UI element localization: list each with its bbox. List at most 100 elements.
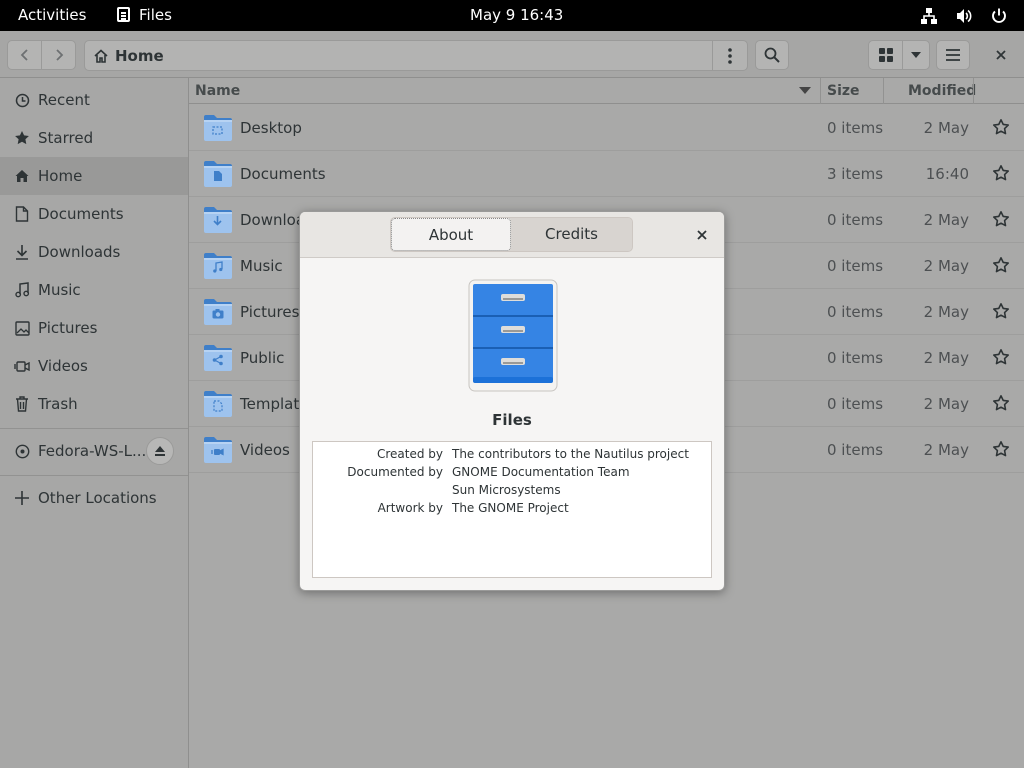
credits-value: The contributors to the Nautilus project <box>452 447 689 461</box>
sidebar: Recent Starred Home Documents Downloads … <box>0 78 189 768</box>
file-size: 0 items <box>827 441 884 459</box>
location-menu-button[interactable] <box>712 41 747 70</box>
eject-button[interactable] <box>146 437 174 465</box>
star-button[interactable] <box>992 164 1010 186</box>
volume-icon <box>955 7 973 29</box>
file-name: Pictures <box>240 303 300 321</box>
hamburger-menu-icon <box>946 49 960 61</box>
sidebar-item-trash[interactable]: Trash <box>0 385 188 423</box>
activities-button[interactable]: Activities <box>18 0 86 31</box>
sidebar-item-label: Videos <box>38 357 88 375</box>
star-icon <box>14 130 30 146</box>
chevron-left-icon <box>20 49 28 61</box>
app-name: Files <box>492 411 532 429</box>
column-header-name[interactable]: Name <box>195 78 240 104</box>
sidebar-item-music[interactable]: Music <box>0 271 188 309</box>
file-name: Videos <box>240 441 290 459</box>
sidebar-item-starred[interactable]: Starred <box>0 119 188 157</box>
sidebar-divider <box>0 428 188 429</box>
system-tray[interactable] <box>908 7 1008 25</box>
tab-about[interactable]: About <box>391 218 511 251</box>
sidebar-item-downloads[interactable]: Downloads <box>0 233 188 271</box>
tab-credits[interactable]: Credits <box>511 218 632 251</box>
credits-label: Created by <box>376 447 443 461</box>
file-modified: 2 May <box>923 441 969 459</box>
grid-view-button[interactable] <box>868 40 903 70</box>
plus-icon <box>14 490 30 506</box>
sidebar-item-pictures[interactable]: Pictures <box>0 309 188 347</box>
file-size: 0 items <box>827 211 884 229</box>
folder-icon <box>204 345 232 371</box>
video-icon <box>14 358 30 374</box>
search-icon <box>764 47 780 63</box>
star-outline-icon <box>993 257 1009 273</box>
sidebar-item-videos[interactable]: Videos <box>0 347 188 385</box>
sidebar-item-label: Downloads <box>38 243 121 261</box>
file-modified: 2 May <box>923 211 969 229</box>
dialog-close-button[interactable] <box>692 225 712 245</box>
sidebar-item-other-locations[interactable]: Other Locations <box>0 479 188 517</box>
column-header-modified[interactable]: Modified <box>908 78 976 104</box>
network-icon <box>920 7 938 29</box>
folder-icon <box>204 115 232 141</box>
sidebar-item-label: Home <box>38 167 83 185</box>
list-header: Name Size Modified <box>189 78 1024 104</box>
forward-button[interactable] <box>41 40 76 70</box>
folder-icon <box>204 161 232 187</box>
document-icon <box>14 206 30 222</box>
file-modified: 2 May <box>923 119 969 137</box>
sidebar-item-label: Documents <box>38 205 124 223</box>
star-button[interactable] <box>992 348 1010 370</box>
file-cabinet-icon <box>468 279 558 392</box>
file-name: Documents <box>240 165 326 183</box>
path-bar[interactable]: Home <box>84 40 748 71</box>
download-icon <box>14 244 30 260</box>
search-button[interactable] <box>755 40 789 70</box>
close-icon <box>697 230 707 240</box>
chevron-right-icon <box>55 49 63 61</box>
column-header-size[interactable]: Size <box>827 78 860 104</box>
sort-descending-icon <box>799 87 811 94</box>
sidebar-item-documents[interactable]: Documents <box>0 195 188 233</box>
view-options-button[interactable] <box>902 40 930 70</box>
music-icon <box>14 282 30 298</box>
star-outline-icon <box>993 349 1009 365</box>
star-button[interactable] <box>992 256 1010 278</box>
credits-label: Documented by <box>347 465 443 479</box>
credits-row: Documented by GNOME Documentation Team <box>313 465 711 483</box>
star-button[interactable] <box>992 118 1010 140</box>
main-menu-button[interactable] <box>936 40 970 70</box>
credits-label: Artwork by <box>377 501 443 515</box>
table-row[interactable]: Desktop 0 items 2 May <box>189 105 1024 151</box>
file-size: 0 items <box>827 349 884 367</box>
credits-value: GNOME Documentation Team <box>452 465 630 479</box>
picture-icon <box>14 320 30 336</box>
column-divider <box>973 78 974 104</box>
table-row[interactable]: Documents 3 items 16:40 <box>189 151 1024 197</box>
sidebar-item-label: Recent <box>38 91 90 109</box>
star-button[interactable] <box>992 302 1010 324</box>
app-menu[interactable]: Files <box>117 0 172 31</box>
file-size: 3 items <box>827 165 884 183</box>
kebab-menu-icon <box>728 47 732 64</box>
file-modified: 2 May <box>923 303 969 321</box>
credits-value: Sun Microsystems <box>452 483 561 497</box>
credits-row: Sun Microsystems <box>313 483 711 501</box>
breadcrumb-home[interactable]: Home <box>93 41 164 70</box>
star-outline-icon <box>993 303 1009 319</box>
folder-icon <box>204 437 232 463</box>
sidebar-item-recent[interactable]: Recent <box>0 81 188 119</box>
sidebar-item-home[interactable]: Home <box>0 157 188 195</box>
star-button[interactable] <box>992 210 1010 232</box>
star-button[interactable] <box>992 394 1010 416</box>
home-icon <box>94 48 108 63</box>
window-close-button[interactable] <box>985 40 1017 70</box>
grid-icon <box>878 48 893 62</box>
file-size: 0 items <box>827 119 884 137</box>
sidebar-item-volume[interactable]: Fedora-WS-L... <box>0 432 188 470</box>
star-button[interactable] <box>992 440 1010 462</box>
back-button[interactable] <box>7 40 42 70</box>
breadcrumb-label: Home <box>115 46 164 65</box>
file-modified: 16:40 <box>925 165 969 183</box>
clock[interactable]: May 9 16:43 <box>470 0 563 31</box>
